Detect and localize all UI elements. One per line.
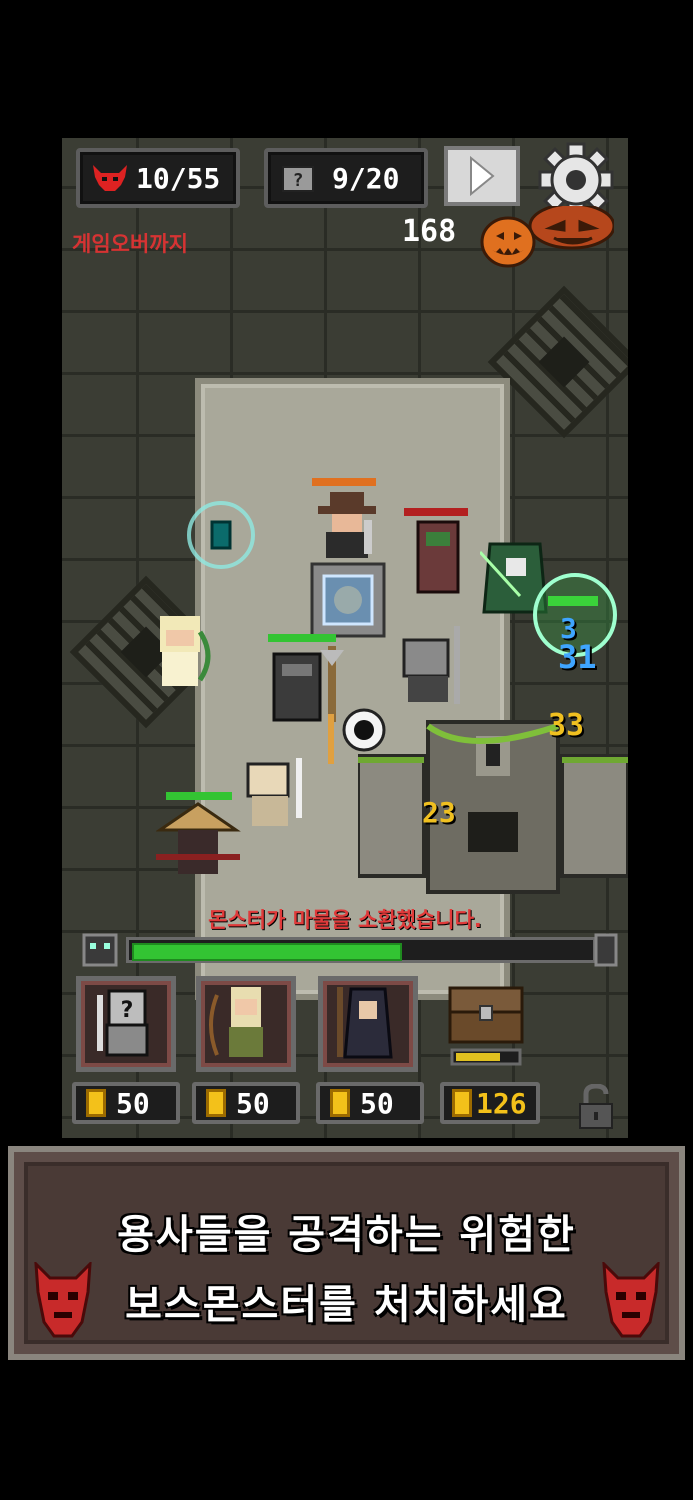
lives-value: 10/55 [136,161,221,195]
damage-number: 33 [548,708,585,743]
ronin-hp-bar [166,792,232,800]
card-deck-icon: ? [278,162,318,194]
hero-slot-knight[interactable]: ? [76,976,176,1072]
cards-value: 9/20 [332,161,400,195]
svg-text:?: ? [121,998,134,1023]
elf-archer-icon [209,987,263,1057]
gold-amount: 168 [402,214,457,249]
coin-icon [452,1089,472,1117]
banner-line-1: 용사들을 공격하는 위험한 [117,1212,576,1258]
dark-mage-icon [337,987,393,1059]
cost-value: 50 [116,1086,150,1120]
goblin-swordsman-hero[interactable] [238,758,314,834]
demon-skull-icon [90,162,130,194]
cowboy-hero[interactable] [312,490,382,564]
hero-cost-dark-mage: 50 [316,1082,424,1124]
teleport-rune [186,500,256,574]
game-board[interactable]: 10/55 ? 9/20 168 게임오버까지 3 31 33 23 몬스터가 … [62,138,628,1138]
lock-button[interactable] [576,1083,616,1130]
coin-icon [206,1089,226,1117]
promo-banner: 용사들을 공격하는 위험한 보스몬스터를 처치하세요 [8,1146,685,1360]
damage-number: 23 [422,796,456,829]
red-demon-icon [34,1262,92,1338]
wave-track [126,937,596,963]
speed-play-button[interactable] [444,146,520,206]
cards-counter: ? 9/20 [264,148,428,208]
wave-progress [82,933,618,967]
chest-cost: 126 [440,1082,540,1124]
cost-value: 50 [236,1086,270,1120]
ghoul-enemy[interactable] [408,518,468,598]
play-icon [470,156,495,196]
red-demon-icon [602,1262,660,1338]
svg-text:?: ? [293,170,304,191]
hero-slot-elf-archer[interactable] [196,976,296,1072]
hero-cost-knight: 50 [72,1082,180,1124]
summon-pedestal [310,562,386,642]
knight-icon: ? [97,989,149,1057]
chest-icon [448,986,524,1066]
banner-line-2: 보스몬스터를 처치하세요 [125,1282,568,1328]
coin-icon [330,1089,350,1117]
lives-counter: 10/55 [76,148,240,208]
boss-caster-hp [312,478,376,486]
battle-notice: 몬스터가 마물을 소환했습니다. [208,908,482,932]
hero-cost-elf-archer: 50 [192,1082,300,1124]
straw-hat-hero[interactable] [155,802,242,882]
monster-face-icon [82,933,118,967]
stone-golem-boss[interactable] [356,716,628,920]
cost-value: 50 [360,1086,394,1120]
chest-cost-value: 126 [476,1086,527,1120]
gameover-label: 게임오버까지 [72,232,188,256]
treasure-chest-button[interactable] [446,982,526,1068]
wave-end-icon [594,933,618,967]
wave-fill [132,943,402,961]
coin-icon [86,1089,106,1117]
elf-hero[interactable] [142,612,218,696]
knight-hp-bar [268,634,336,642]
damage-number: 31 [558,638,597,676]
pumpkin-icon [480,206,614,268]
gray-wolf-hero[interactable] [398,626,468,710]
enemy-hp-bar [404,508,468,516]
hero-slot-dark-mage[interactable] [318,976,418,1072]
unlock-icon [579,1083,613,1129]
